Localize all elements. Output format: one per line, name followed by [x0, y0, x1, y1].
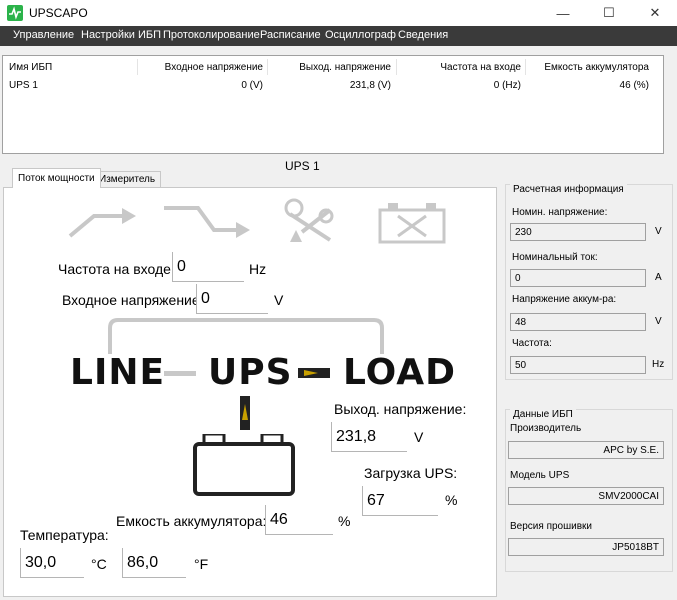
bypass-mode-arrow-icon [164, 206, 250, 238]
ups-load-unit: % [445, 492, 458, 508]
battery-fault-icon [378, 203, 446, 244]
column-header-output-voltage[interactable]: Выход. напряжение [299, 62, 391, 73]
tab-meter[interactable]: Измеритель [93, 171, 162, 188]
panel-title: UPS 1 [285, 159, 320, 173]
battery-voltage-label: Напряжение аккум-ра: [512, 294, 617, 305]
power-flow-panel: Частота на входе: 0 Hz Входное напряжени… [3, 187, 497, 597]
manufacturer-label: Производитель [510, 423, 582, 434]
battery-voltage-value: 48 [510, 313, 646, 331]
battery-capacity-unit: % [338, 513, 351, 529]
temperature-fahrenheit-value: 86,0 [122, 548, 186, 578]
ups-load-label: Загрузка UPS: [364, 465, 458, 481]
column-separator[interactable] [396, 59, 397, 75]
temperature-celsius-value: 30,0 [20, 548, 84, 578]
frequency-unit: Hz [652, 359, 665, 370]
line-to-ups-bar [164, 371, 196, 376]
column-header-battery-capacity[interactable]: Емкость аккумулятора [544, 62, 649, 73]
battery-capacity-value: 46 [265, 505, 333, 535]
input-voltage-label: Входное напряжение: [62, 292, 204, 308]
menu-control[interactable]: Управление [13, 29, 74, 41]
temperature-fahrenheit-unit: °F [194, 556, 209, 572]
calculated-info-title: Расчетная информация [510, 184, 627, 195]
input-voltage-unit: V [274, 292, 284, 308]
input-frequency-label: Частота на входе: [58, 261, 175, 277]
menu-schedule[interactable]: Расписание [260, 29, 321, 41]
output-voltage-label: Выход. напряжение: [334, 401, 467, 417]
menu-bar: Управление Настройки ИБП Протоколировани… [0, 26, 677, 46]
app-logo-icon [7, 5, 23, 21]
nominal-current-label: Номинальный ток: [512, 252, 598, 263]
cell-input-voltage: 0 (V) [241, 80, 263, 91]
battery-voltage-unit: V [655, 316, 662, 327]
flow-connector-bracket [108, 318, 384, 354]
frequency-value: 50 [510, 356, 646, 374]
maximize-button[interactable]: ☐ [586, 0, 632, 26]
temperature-label: Температура: [20, 527, 109, 543]
minimize-button[interactable]: — [540, 0, 586, 26]
menu-logging[interactable]: Протоколирование [163, 29, 260, 41]
battery-icon [193, 434, 295, 496]
overload-warning-icon [284, 198, 334, 242]
output-voltage-unit: V [414, 429, 424, 445]
firmware-version-label: Версия прошивки [510, 521, 592, 532]
line-mode-arrow-icon [68, 208, 136, 238]
menu-ups-settings[interactable]: Настройки ИБП [81, 29, 161, 41]
ups-data-group: Данные ИБП Производитель APC by S.E. Мод… [505, 409, 673, 572]
cell-ups-name: UPS 1 [9, 80, 38, 91]
output-voltage-value: 231,8 [331, 422, 407, 452]
manufacturer-value: APC by S.E. [508, 441, 664, 459]
ups-data-title: Данные ИБП [510, 409, 576, 420]
column-header-ups-name[interactable]: Имя ИБП [9, 62, 52, 73]
ups-model-label: Модель UPS [510, 470, 570, 481]
line-label: LINE [70, 352, 166, 393]
ups-model-value: SMV2000CAI [508, 487, 664, 505]
firmware-version-value: JP5018BT [508, 538, 664, 556]
nominal-voltage-label: Номин. напряжение: [512, 207, 608, 218]
temperature-celsius-unit: °C [91, 556, 107, 572]
title-bar: UPSCAPO — ☐ ✕ [0, 0, 677, 26]
input-frequency-unit: Hz [249, 261, 267, 277]
window-title: UPSCAPO [29, 6, 88, 20]
cell-input-frequency: 0 (Hz) [493, 80, 521, 91]
column-separator[interactable] [267, 59, 268, 75]
nominal-voltage-unit: V [655, 226, 662, 237]
frequency-label: Частота: [512, 338, 552, 349]
close-button[interactable]: ✕ [632, 0, 677, 26]
menu-info[interactable]: Сведения [398, 29, 448, 41]
ups-to-battery-arrow-icon [240, 396, 250, 430]
column-header-input-frequency[interactable]: Частота на входе [440, 62, 521, 73]
tab-power-flow[interactable]: Поток мощности [12, 168, 101, 188]
nominal-current-value: 0 [510, 269, 646, 287]
calculated-info-group: Расчетная информация Номин. напряжение: … [505, 184, 673, 380]
cell-output-voltage: 231,8 (V) [349, 80, 391, 91]
column-header-input-voltage[interactable]: Входное напряжение [165, 62, 263, 73]
nominal-voltage-value: 230 [510, 223, 646, 241]
ups-load-value: 67 [362, 486, 438, 516]
ups-list-table[interactable]: Имя ИБП Входное напряжение Выход. напряж… [2, 55, 664, 154]
ups-to-load-arrow-icon [298, 368, 330, 378]
cell-battery-capacity: 46 (%) [619, 80, 649, 91]
column-separator[interactable] [525, 59, 526, 75]
input-voltage-value: 0 [196, 284, 268, 314]
ups-label: UPS [208, 352, 293, 393]
load-label: LOAD [343, 352, 457, 393]
input-frequency-value: 0 [172, 252, 244, 282]
menu-oscilloscope[interactable]: Осциллограф [325, 29, 396, 41]
nominal-current-unit: A [655, 272, 662, 283]
battery-capacity-label: Емкость аккумулятора: [116, 513, 267, 529]
column-separator[interactable] [137, 59, 138, 75]
